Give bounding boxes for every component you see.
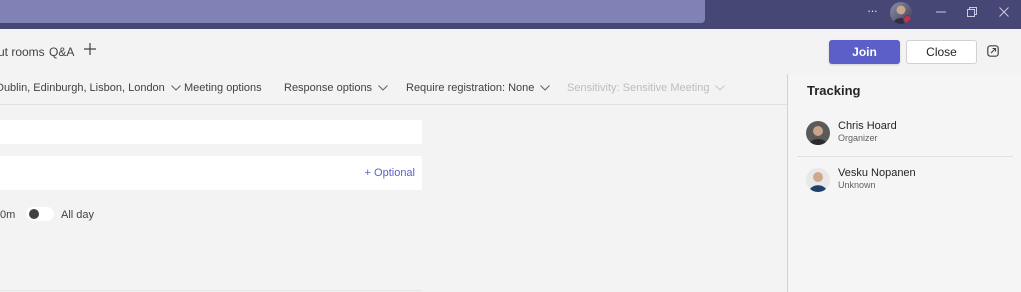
attendee-name: Chris Hoard <box>838 120 897 132</box>
popout-icon[interactable] <box>987 45 999 57</box>
attendee-role: Organizer <box>838 133 878 143</box>
optional-attendees-link[interactable]: + Optional <box>365 167 415 179</box>
minimize-icon <box>936 11 946 13</box>
close-window-button[interactable] <box>995 3 1013 21</box>
tracking-title: Tracking <box>807 83 861 98</box>
search-bar[interactable] <box>0 0 705 23</box>
meeting-tabs: ut rooms Q&A <box>0 30 787 74</box>
timezone-label: Dublin, Edinburgh, Lisbon, London <box>0 82 165 94</box>
close-icon <box>999 7 1009 17</box>
options-bar: Dublin, Edinburgh, Lisbon, London Meetin… <box>0 76 787 105</box>
all-day-toggle[interactable] <box>26 207 54 221</box>
minimize-button[interactable] <box>932 3 950 21</box>
restore-icon <box>967 7 977 17</box>
all-day-label: All day <box>61 209 95 221</box>
title-field[interactable] <box>0 120 422 144</box>
person-photo-icon <box>806 121 830 145</box>
more-options-button[interactable]: ··· <box>864 4 880 20</box>
chevron-down-icon <box>540 85 551 91</box>
avatar <box>806 168 830 192</box>
tab-qa[interactable]: Q&A <box>49 45 74 59</box>
presence-busy-icon <box>903 15 912 24</box>
close-button[interactable]: Close <box>906 40 977 64</box>
meeting-options-link[interactable]: Meeting options <box>184 82 262 94</box>
divider <box>0 290 422 291</box>
response-options-dropdown[interactable]: Response options <box>284 82 388 94</box>
tracking-panel: Tracking Chris Hoard Organizer Vesku Nop… <box>787 74 1021 292</box>
toggle-knob <box>29 209 39 219</box>
response-options-label: Response options <box>284 82 373 94</box>
chevron-down-icon <box>378 85 388 91</box>
attendee-item[interactable]: Vesku Nopanen Unknown <box>806 166 1016 196</box>
duration-text: 0m <box>0 209 16 221</box>
registration-dropdown[interactable]: Require registration: None <box>406 82 551 94</box>
person-photo-icon <box>806 168 830 192</box>
sensitivity-dropdown: Sensitivity: Sensitive Meeting <box>567 82 726 94</box>
registration-label: Require registration: None <box>406 82 535 94</box>
divider <box>797 156 1013 157</box>
user-avatar[interactable] <box>890 2 912 24</box>
chevron-down-icon <box>715 85 726 91</box>
plus-icon[interactable] <box>83 42 97 56</box>
tab-breakout-rooms[interactable]: ut rooms <box>0 45 45 59</box>
attendee-item[interactable]: Chris Hoard Organizer <box>806 119 1016 149</box>
title-bar: ··· <box>0 0 1021 29</box>
sensitivity-label: Sensitivity: Sensitive Meeting <box>567 82 710 94</box>
join-button[interactable]: Join <box>829 40 900 64</box>
attendee-name: Vesku Nopanen <box>838 167 916 179</box>
attendees-field[interactable]: + Optional <box>0 156 422 190</box>
avatar <box>806 121 830 145</box>
attendee-role: Unknown <box>838 180 876 190</box>
chevron-down-icon <box>170 85 181 91</box>
maximize-button[interactable] <box>963 3 981 21</box>
timezone-dropdown[interactable]: Dublin, Edinburgh, Lisbon, London <box>0 82 181 94</box>
